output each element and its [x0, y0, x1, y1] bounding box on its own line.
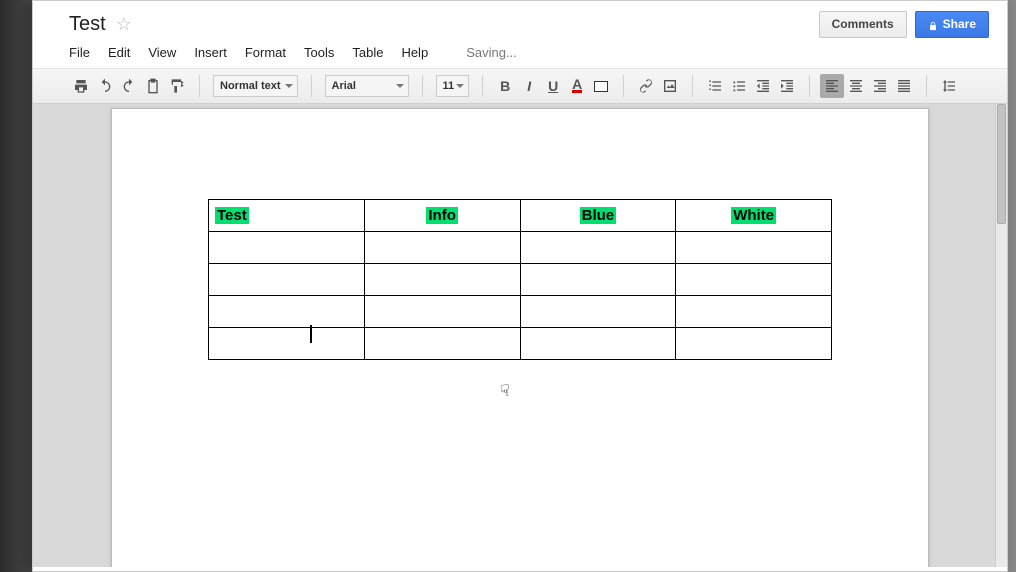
- menu-edit[interactable]: Edit: [108, 45, 130, 60]
- italic-button[interactable]: I: [517, 74, 541, 98]
- menu-bar: File Edit View Insert Format Tools Table…: [33, 39, 1007, 69]
- toolbar: Normal text Arial 11 B I U A: [33, 69, 1007, 104]
- align-right-icon[interactable]: [868, 74, 892, 98]
- os-window-left-edge: [0, 0, 32, 572]
- star-icon[interactable]: ☆: [116, 14, 132, 35]
- clipboard-icon[interactable]: [141, 74, 165, 98]
- google-docs-app: Test ☆ Comments Share File Edit View Ins…: [32, 0, 1008, 572]
- line-spacing-icon[interactable]: [937, 74, 961, 98]
- redo-icon[interactable]: [117, 74, 141, 98]
- document-title[interactable]: Test: [69, 13, 106, 36]
- menu-table[interactable]: Table: [352, 45, 383, 60]
- table-row: [209, 296, 832, 328]
- table-row: [209, 232, 832, 264]
- cell-text: White: [731, 207, 776, 224]
- table-row: [209, 264, 832, 296]
- insert-image-icon[interactable]: [658, 74, 682, 98]
- lock-icon: [928, 20, 937, 29]
- text-caret: [310, 325, 312, 343]
- menu-tools[interactable]: Tools: [304, 45, 334, 60]
- menu-format[interactable]: Format: [245, 45, 286, 60]
- table-row: [209, 328, 832, 360]
- table-cell[interactable]: [520, 296, 676, 328]
- mouse-cursor-icon: ☟: [500, 381, 510, 401]
- document-table[interactable]: Test Info Blue White: [208, 199, 832, 360]
- highlight-color-button[interactable]: [589, 74, 613, 98]
- table-row: Test Info Blue White: [209, 200, 832, 232]
- font-size-select[interactable]: 11: [436, 75, 470, 97]
- page[interactable]: Test Info Blue White ☟: [111, 108, 929, 567]
- table-cell[interactable]: [209, 264, 365, 296]
- table-cell[interactable]: [364, 296, 520, 328]
- table-cell[interactable]: [676, 264, 832, 296]
- save-status: Saving...: [466, 45, 517, 60]
- cell-text: Test: [215, 207, 249, 224]
- font-family-select[interactable]: Arial: [325, 75, 409, 97]
- menu-help[interactable]: Help: [401, 45, 428, 60]
- menu-view[interactable]: View: [148, 45, 176, 60]
- paint-format-icon[interactable]: [165, 74, 189, 98]
- increase-indent-icon[interactable]: [775, 74, 799, 98]
- bold-button[interactable]: B: [493, 74, 517, 98]
- comments-button[interactable]: Comments: [819, 11, 907, 38]
- table-cell[interactable]: [364, 232, 520, 264]
- vertical-scrollbar[interactable]: [995, 104, 1007, 567]
- table-cell[interactable]: Info: [364, 200, 520, 232]
- menu-file[interactable]: File: [69, 45, 90, 60]
- table-cell[interactable]: Blue: [520, 200, 676, 232]
- share-button-label: Share: [943, 17, 976, 31]
- table-cell[interactable]: [209, 232, 365, 264]
- bulleted-list-icon[interactable]: [727, 74, 751, 98]
- table-cell[interactable]: [676, 296, 832, 328]
- scrollbar-thumb[interactable]: [997, 104, 1006, 224]
- cell-text: Info: [426, 207, 458, 224]
- align-justify-icon[interactable]: [892, 74, 916, 98]
- table-cell[interactable]: [209, 296, 365, 328]
- title-bar: Test ☆ Comments Share: [33, 1, 1007, 39]
- cell-text: Blue: [580, 207, 617, 224]
- text-color-button[interactable]: A: [565, 74, 589, 98]
- table-cell[interactable]: [676, 232, 832, 264]
- table-cell[interactable]: [364, 264, 520, 296]
- align-left-icon[interactable]: [820, 74, 844, 98]
- decrease-indent-icon[interactable]: [751, 74, 775, 98]
- table-cell[interactable]: Test: [209, 200, 365, 232]
- menu-insert[interactable]: Insert: [194, 45, 227, 60]
- paragraph-style-select[interactable]: Normal text: [213, 75, 298, 97]
- underline-button[interactable]: U: [541, 74, 565, 98]
- table-cell[interactable]: [209, 328, 365, 360]
- table-cell[interactable]: [520, 232, 676, 264]
- table-cell[interactable]: White: [676, 200, 832, 232]
- undo-icon[interactable]: [93, 74, 117, 98]
- numbered-list-icon[interactable]: [703, 74, 727, 98]
- insert-link-icon[interactable]: [634, 74, 658, 98]
- document-area: Test Info Blue White ☟: [33, 104, 1007, 567]
- table-cell[interactable]: [364, 328, 520, 360]
- print-icon[interactable]: [69, 74, 93, 98]
- align-center-icon[interactable]: [844, 74, 868, 98]
- table-cell[interactable]: [520, 264, 676, 296]
- share-button[interactable]: Share: [915, 11, 989, 38]
- table-cell[interactable]: [520, 328, 676, 360]
- table-cell[interactable]: [676, 328, 832, 360]
